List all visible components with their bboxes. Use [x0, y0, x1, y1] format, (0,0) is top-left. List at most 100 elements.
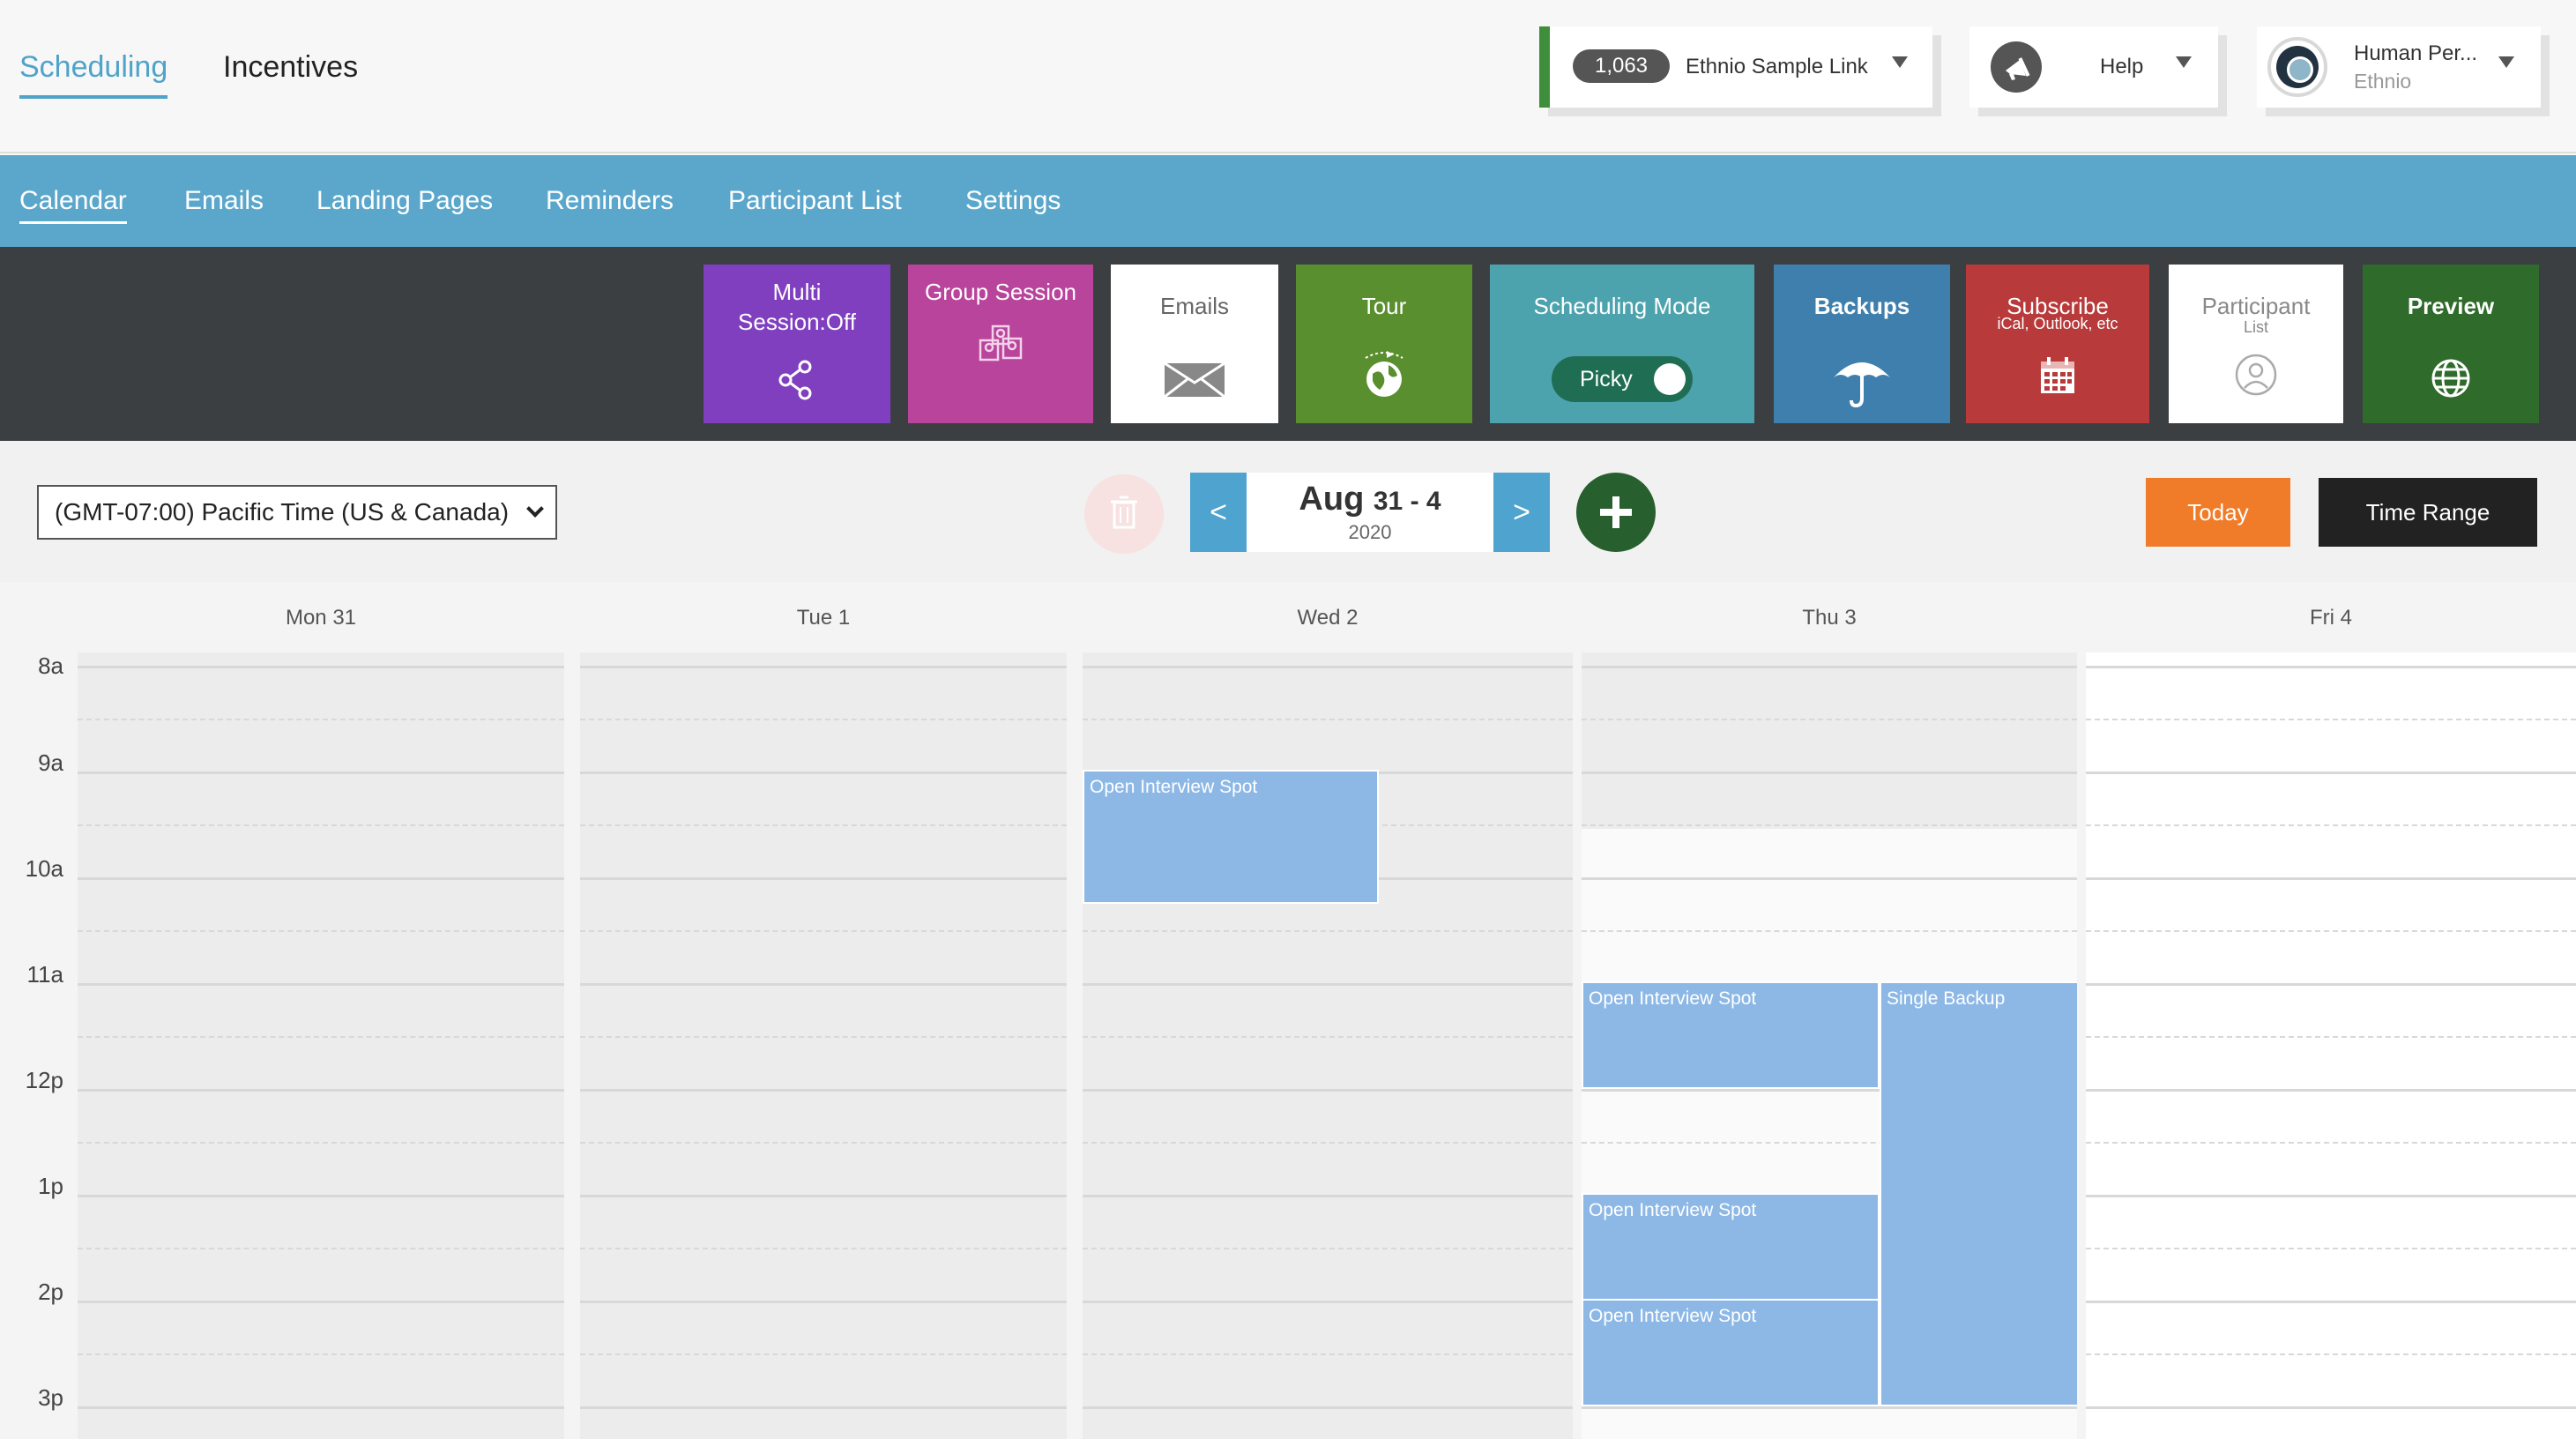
half-hour-line — [2086, 824, 2576, 826]
calendar-event[interactable]: Open Interview Spot — [1582, 1193, 1880, 1301]
action-toolbar: Multi Session:Off Group Session Emails T… — [0, 247, 2576, 441]
next-week-button[interactable]: > — [1493, 473, 1550, 552]
hour-line — [2086, 1195, 2576, 1197]
group-people-icon — [977, 321, 1024, 369]
day-header-tue: Tue 1 — [796, 606, 851, 630]
half-hour-line — [78, 1036, 564, 1038]
hour-line — [580, 1195, 1067, 1197]
half-hour-line — [2086, 1036, 2576, 1038]
time-range-button[interactable]: Time Range — [2319, 478, 2537, 547]
half-hour-line — [78, 930, 564, 932]
chevron-down-icon — [2498, 56, 2514, 68]
chevron-down-icon — [2176, 56, 2192, 68]
day-header-wed: Wed 2 — [1297, 606, 1359, 630]
tab-incentives[interactable]: Incentives — [223, 46, 358, 88]
hour-line — [78, 772, 564, 774]
calendar-event[interactable]: Single Backup — [1880, 981, 2077, 1406]
scheduling-mode-button[interactable]: Scheduling Mode Picky — [1490, 265, 1754, 423]
subtab-settings[interactable]: Settings — [965, 182, 1061, 220]
hour-line — [1582, 1406, 2077, 1409]
participant-list-button[interactable]: Participant List — [2169, 265, 2343, 423]
half-hour-line — [78, 824, 564, 826]
half-hour-line — [580, 1142, 1067, 1144]
emails-button[interactable]: Emails — [1111, 265, 1278, 423]
day-column-wed[interactable]: Open Interview Spot — [1083, 652, 1573, 1439]
tab-scheduling[interactable]: Scheduling — [19, 46, 168, 99]
date-range-label: Aug 31 - 4 — [1247, 478, 1493, 523]
half-hour-line — [580, 824, 1067, 826]
hour-line — [580, 877, 1067, 880]
half-hour-line — [2086, 1142, 2576, 1144]
day-column-thu[interactable]: Open Interview Spot Single Backup Open Int… — [1582, 652, 2077, 1439]
hour-line — [78, 983, 564, 986]
day-column-tue[interactable] — [580, 652, 1067, 1439]
date-range-display: Aug 31 - 4 2020 — [1247, 473, 1493, 552]
previous-week-button[interactable]: < — [1190, 473, 1247, 552]
multi-session-label-1: Multi — [772, 279, 822, 305]
today-button[interactable]: Today — [2146, 478, 2290, 547]
hour-label: 2p — [38, 1279, 63, 1305]
hour-line — [580, 772, 1067, 774]
scheduling-mode-label: Scheduling Mode — [1533, 293, 1711, 319]
hour-line — [78, 1195, 564, 1197]
subscribe-button[interactable]: Subscribe iCal, Outlook, etc — [1966, 265, 2149, 423]
half-hour-line — [78, 719, 564, 720]
user-menu-dropdown[interactable]: Human Per... Ethnio — [2257, 26, 2541, 108]
backups-button[interactable]: Backups — [1774, 265, 1950, 423]
half-hour-line — [78, 1248, 564, 1249]
calendar-event[interactable]: Open Interview Spot — [1582, 1299, 1880, 1406]
subtab-calendar[interactable]: Calendar — [19, 182, 127, 224]
help-dropdown[interactable]: Help — [1969, 26, 2218, 108]
umbrella-icon — [1832, 354, 1892, 408]
hour-line — [1083, 1089, 1573, 1092]
hour-line — [2086, 1089, 2576, 1092]
calendar-event[interactable]: Open Interview Spot — [1582, 981, 1880, 1089]
day-header-thu: Thu 3 — [1802, 606, 1857, 630]
trash-icon — [1111, 496, 1137, 529]
hour-line — [78, 666, 564, 668]
link-selector-dropdown[interactable]: 1,063 Ethnio Sample Link — [1539, 26, 1932, 108]
subtab-participant-list[interactable]: Participant List — [728, 182, 902, 220]
hour-line — [2086, 1301, 2576, 1303]
chevron-down-icon — [526, 500, 544, 518]
group-session-button[interactable]: Group Session — [908, 265, 1093, 423]
user-organization: Ethnio — [2354, 70, 2412, 93]
scheduling-mode-toggle[interactable]: Picky — [1552, 356, 1693, 402]
backups-label: Backups — [1813, 293, 1910, 319]
hour-label: 9a — [38, 749, 63, 776]
calendar-icon — [2034, 353, 2081, 400]
subtab-reminders[interactable]: Reminders — [546, 182, 674, 220]
add-slot-button[interactable] — [1576, 473, 1656, 552]
hour-line — [2086, 983, 2576, 986]
availability-band — [1582, 652, 2077, 829]
hour-label: 3p — [38, 1384, 63, 1411]
timezone-select[interactable]: (GMT-07:00) Pacific Time (US & Canada) — [37, 485, 557, 540]
top-header: Scheduling Incentives 1,063 Ethnio Sampl… — [0, 0, 2576, 153]
multi-session-button[interactable]: Multi Session:Off — [704, 265, 890, 423]
day-column-fri[interactable] — [2086, 652, 2576, 1439]
participant-count-badge: 1,063 — [1573, 49, 1670, 83]
hour-line — [78, 1301, 564, 1303]
preview-button[interactable]: Preview — [2363, 265, 2539, 423]
hour-label: 12p — [25, 1067, 63, 1093]
subtab-emails[interactable]: Emails — [184, 182, 264, 220]
hour-line — [1582, 877, 2077, 880]
hour-line — [2086, 666, 2576, 668]
hour-label: 10a — [25, 855, 63, 882]
hour-line — [2086, 877, 2576, 880]
hour-label: 11a — [26, 961, 63, 988]
globe-plane-icon — [1360, 346, 1408, 397]
hour-label: 8a — [38, 652, 63, 679]
share-nodes-icon — [773, 356, 821, 404]
day-column-mon[interactable] — [78, 652, 564, 1439]
tour-button[interactable]: Tour — [1296, 265, 1472, 423]
half-hour-line — [1083, 1036, 1573, 1038]
half-hour-line — [580, 1248, 1067, 1249]
link-name: Ethnio Sample Link — [1686, 55, 1868, 78]
calendar-event[interactable]: Open Interview Spot — [1083, 770, 1379, 904]
half-hour-line — [2086, 1353, 2576, 1355]
sub-navigation: Calendar Emails Landing Pages Reminders … — [0, 155, 2576, 247]
subtab-landing-pages[interactable]: Landing Pages — [316, 182, 493, 220]
delete-button[interactable] — [1084, 474, 1164, 554]
megaphone-icon — [1991, 41, 2042, 93]
